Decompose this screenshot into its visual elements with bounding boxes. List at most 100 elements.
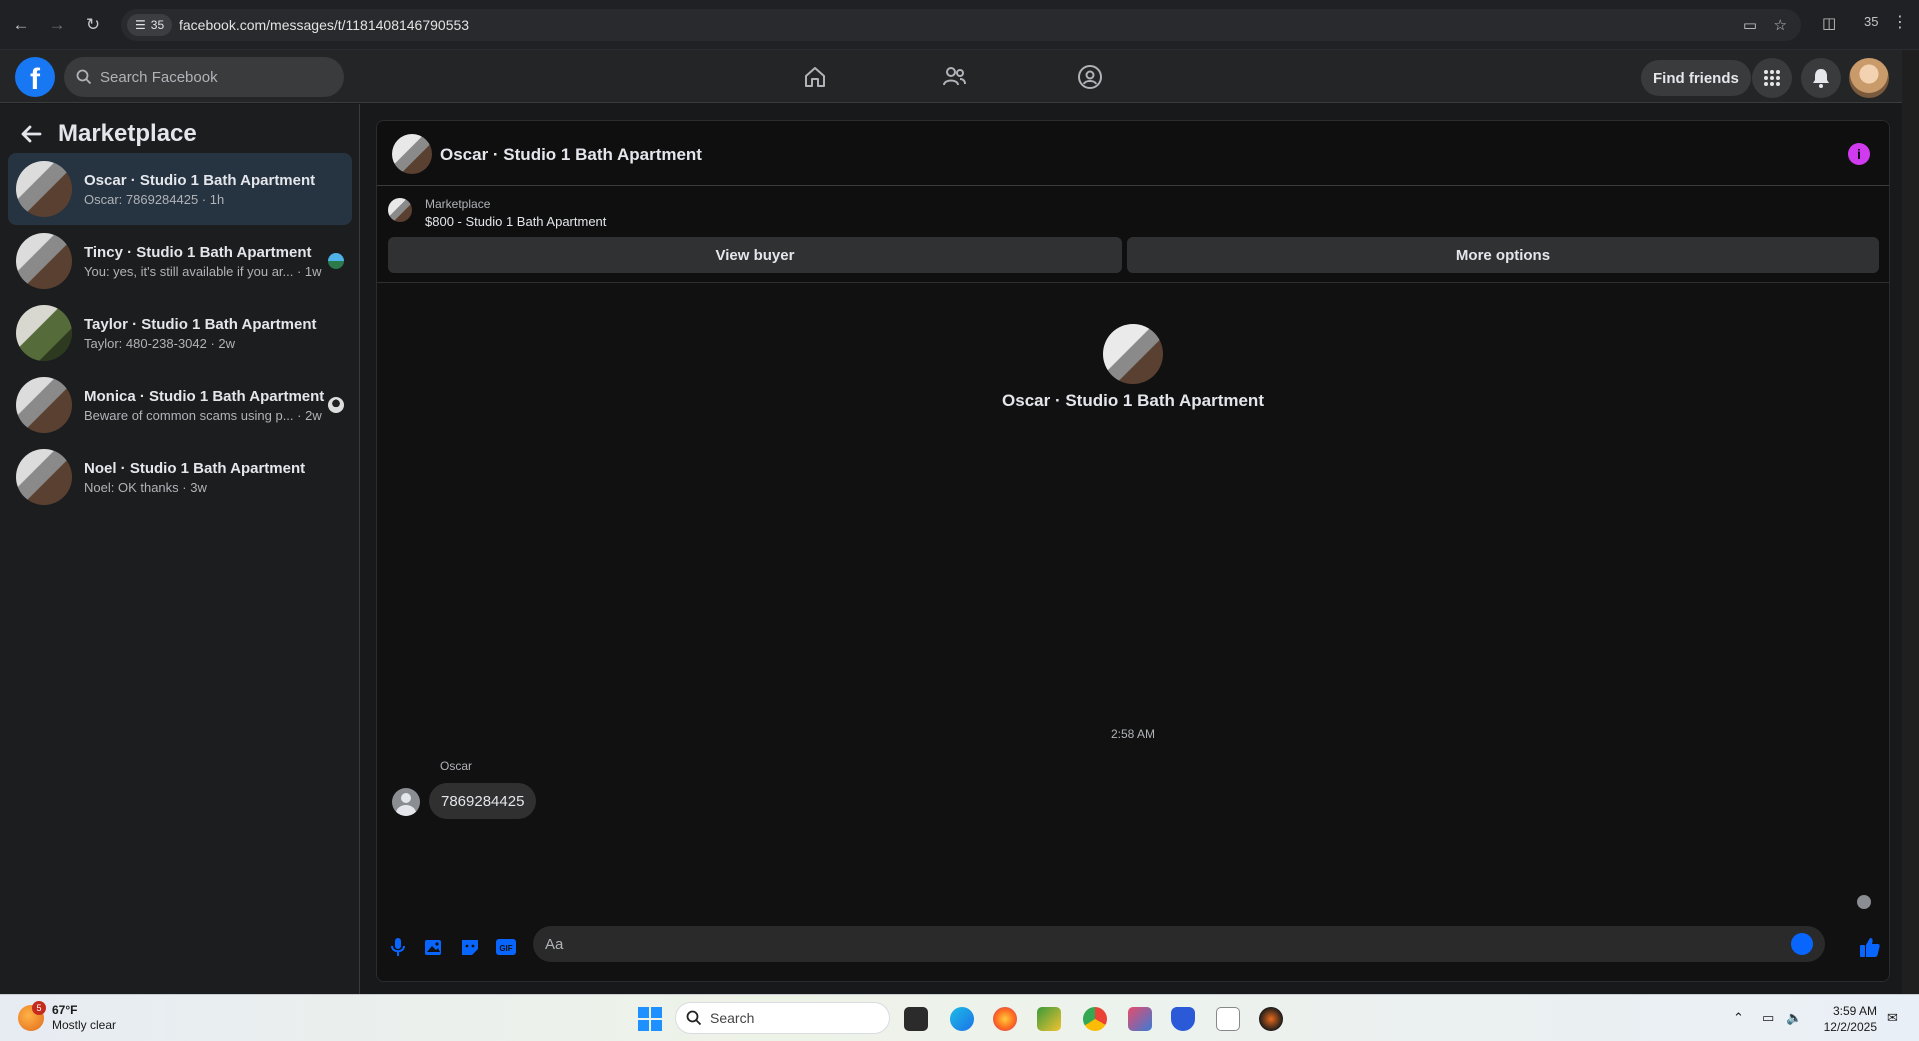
site-info-button[interactable]: ☰ 35 <box>127 14 173 36</box>
address-bar[interactable]: ☰ 35 facebook.com/messages/t/11814081467… <box>121 9 1801 41</box>
notifications-bell-icon[interactable] <box>1801 58 1841 98</box>
network-icon[interactable]: ▭ <box>1762 1010 1774 1026</box>
search-icon <box>686 1010 702 1026</box>
view-buyer-button[interactable]: View buyer <box>388 237 1122 273</box>
extension-counter[interactable]: 35 <box>1864 14 1878 29</box>
weather-badge: 5 <box>32 1001 46 1015</box>
install-app-icon[interactable]: ▭ <box>1743 16 1757 34</box>
read-receipt-avatar <box>1857 895 1871 909</box>
conversation-name: Monica · Studio 1 Bath Apartment <box>84 387 325 405</box>
forward-icon[interactable]: → <box>46 14 68 36</box>
listing-price-title[interactable]: $800 - Studio 1 Bath Apartment <box>425 214 606 229</box>
clock-date: 12/2/2025 <box>1823 1020 1877 1034</box>
weather-desc: Mostly clear <box>52 1018 117 1032</box>
weather-widget[interactable]: 5 67°F Mostly clear <box>18 1001 117 1033</box>
listing-bar: Marketplace $800 - Studio 1 Bath Apartme… <box>377 186 1889 283</box>
listing-thumbnail <box>16 161 72 217</box>
windows-start-icon[interactable] <box>638 1007 662 1031</box>
chat-header: Oscar · Studio 1 Bath Apartment i <box>377 121 1889 186</box>
listing-thumbnail <box>16 449 72 505</box>
message-input-box[interactable] <box>533 926 1825 962</box>
chrome-menu-icon[interactable]: ⋮ <box>1892 12 1908 32</box>
gif-icon[interactable]: GIF <box>495 936 517 958</box>
message-bubble[interactable]: 7869284425 <box>429 783 537 819</box>
emoji-icon[interactable] <box>1791 933 1813 955</box>
conversation-name: Oscar · Studio 1 Bath Apartment <box>84 171 316 189</box>
chat-panel: Oscar · Studio 1 Bath Apartment i Market… <box>376 120 1890 982</box>
taskbar-search[interactable]: Search <box>675 1002 890 1034</box>
conversation-name: Taylor · Studio 1 Bath Apartment <box>84 315 317 333</box>
notification-center-icon[interactable]: ✉ <box>1887 1010 1898 1026</box>
page-scrollbar[interactable] <box>1902 50 1919 994</box>
info-icon[interactable]: i <box>1848 143 1870 165</box>
profile-avatar[interactable] <box>1849 58 1889 98</box>
conversation-item[interactable]: Monica · Studio 1 Bath Apartment Beware … <box>8 369 352 441</box>
snipping-tool-icon[interactable] <box>1128 1007 1152 1031</box>
find-friends-button[interactable]: Find friends <box>1641 60 1751 96</box>
tab-count: 35 <box>150 18 165 32</box>
facebook-top-nav: f Find friends <box>0 50 1902 103</box>
conversation-item[interactable]: Noel · Studio 1 Bath Apartment Noel: OK … <box>8 441 352 513</box>
conversation-item[interactable]: Oscar · Studio 1 Bath Apartment Oscar: 7… <box>8 153 352 225</box>
conversation-preview: Noel: OK thanks · 3w <box>84 479 207 495</box>
system-clock[interactable]: 3:59 AM 12/2/2025 <box>1815 1003 1877 1035</box>
edge-icon[interactable] <box>950 1007 974 1031</box>
facebook-logo[interactable]: f <box>15 57 55 97</box>
browser-toolbar: ← → ↻ ☰ 35 facebook.com/messages/t/11814… <box>0 0 1919 50</box>
facebook-logo-letter: f <box>30 63 40 96</box>
firefox-icon[interactable] <box>993 1007 1017 1031</box>
sidebar-header: Marketplace <box>20 120 197 148</box>
message-timestamp: 2:58 AM <box>1110 727 1156 741</box>
conversation-list: Oscar · Studio 1 Bath Apartment Oscar: 7… <box>8 153 352 513</box>
taskbar-search-label: Search <box>710 1010 755 1026</box>
back-arrow-icon[interactable] <box>20 123 42 145</box>
weather-icon: 5 <box>18 1001 46 1031</box>
conversation-item[interactable]: Taylor · Studio 1 Bath Apartment Taylor:… <box>8 297 352 369</box>
conversation-name: Tincy · Studio 1 Bath Apartment <box>84 243 312 261</box>
menu-grid-icon[interactable] <box>1752 58 1792 98</box>
tab-search-icon[interactable]: ◫ <box>1822 14 1836 32</box>
facebook-search[interactable] <box>64 57 344 97</box>
url-text: facebook.com/messages/t/1181408146790553 <box>179 17 470 33</box>
chat-title[interactable]: Oscar · Studio 1 Bath Apartment <box>440 145 702 165</box>
chat-thumbnail[interactable] <box>392 134 432 174</box>
chrome-icon[interactable] <box>1083 1007 1107 1031</box>
file-icon[interactable] <box>1216 1007 1240 1031</box>
reload-icon[interactable]: ↻ <box>82 14 104 36</box>
sticker-icon[interactable] <box>459 936 481 958</box>
listing-thumbnail <box>16 305 72 361</box>
groups-icon[interactable] <box>1075 62 1105 92</box>
tune-icon: ☰ <box>135 18 146 32</box>
chevron-up-icon[interactable]: ⌃ <box>1733 1010 1744 1026</box>
conversation-preview: Oscar: 7869284425 · 1h <box>84 191 225 207</box>
clock-time: 3:59 AM <box>1832 1004 1877 1018</box>
message-composer: GIF <box>377 913 1889 981</box>
task-view-icon[interactable] <box>904 1007 928 1031</box>
message-input[interactable] <box>545 926 1785 962</box>
back-icon[interactable]: ← <box>10 14 32 36</box>
conversation-item[interactable]: Tincy · Studio 1 Bath Apartment You: yes… <box>8 225 352 297</box>
gif-label: GIF <box>499 944 512 953</box>
thumbs-up-icon[interactable] <box>1859 936 1881 958</box>
friends-icon[interactable] <box>939 62 969 92</box>
shield-icon[interactable] <box>1171 1007 1195 1031</box>
weather-temp: 67°F <box>52 1003 78 1017</box>
listing-thumbnail <box>16 233 72 289</box>
conversation-preview: You: yes, it's still available if you ar… <box>84 263 322 279</box>
volume-icon[interactable]: 🔈 <box>1786 1010 1802 1026</box>
photo-icon[interactable] <box>423 936 445 958</box>
bookmark-star-icon[interactable]: ☆ <box>1774 16 1787 34</box>
sidebar-title: Marketplace <box>58 120 197 147</box>
sender-avatar[interactable] <box>392 788 420 816</box>
more-options-button[interactable]: More options <box>1127 237 1879 273</box>
conversation-name: Noel · Studio 1 Bath Apartment <box>84 459 306 477</box>
microphone-icon[interactable] <box>387 936 409 958</box>
home-icon[interactable] <box>800 62 830 92</box>
listing-thumbnail <box>388 198 412 222</box>
search-input[interactable] <box>100 68 320 86</box>
seen-avatar-icon <box>328 397 344 413</box>
windows-taskbar: 5 67°F Mostly clear Search ⌃ ▭ 🔈 3:59 AM… <box>0 994 1919 1041</box>
chart-app-icon[interactable] <box>1037 1007 1061 1031</box>
app-badge-icon[interactable] <box>1259 1007 1283 1031</box>
sender-name: Oscar <box>440 759 473 773</box>
